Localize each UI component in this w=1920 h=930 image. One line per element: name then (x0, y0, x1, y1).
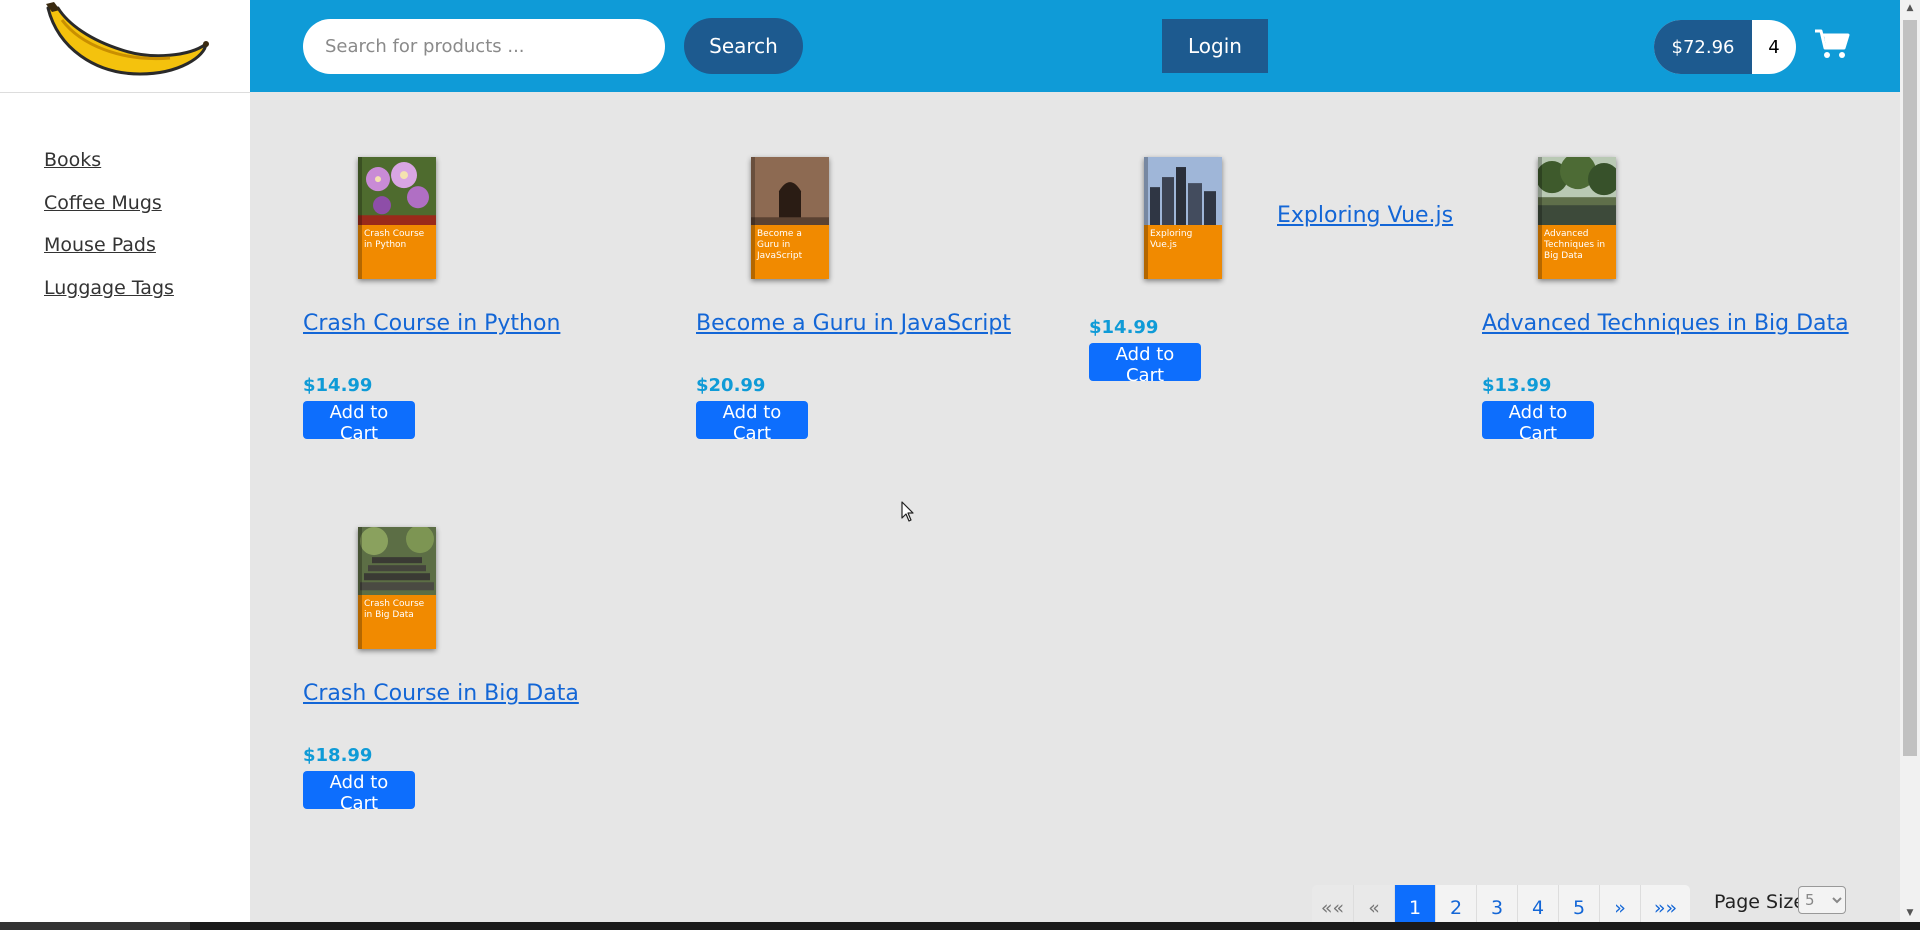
add-to-cart-button[interactable]: Add to Cart (1089, 343, 1201, 386)
previous-page-button[interactable]: « (1353, 885, 1394, 927)
search-input[interactable] (303, 19, 665, 74)
product-cover-image[interactable]: Become a Guru in JavaScript (751, 157, 829, 279)
first-page-button[interactable]: «« (1312, 885, 1353, 927)
cart-summary[interactable]: $72.96 4 (1654, 20, 1796, 74)
add-to-cart-button[interactable]: Add to Cart (1482, 401, 1594, 444)
sidebar-item-mouse-pads[interactable]: Mouse Pads (44, 234, 156, 256)
cover-title: Exploring Vue.js (1150, 228, 1193, 250)
add-to-cart-button[interactable]: Add to Cart (303, 401, 415, 444)
product-title-link[interactable]: Advanced Techniques in Big Data (1482, 311, 1849, 336)
logo-area[interactable] (0, 0, 250, 93)
category-sidebar: Books Coffee Mugs Mouse Pads Luggage Tag… (0, 93, 250, 930)
page-size-label: Page Size (1714, 891, 1806, 913)
page-button-3[interactable]: 3 (1476, 885, 1517, 927)
product-price: $13.99 (1482, 375, 1552, 396)
city-skyline-image (1144, 157, 1222, 226)
product-title-link[interactable]: Become a Guru in JavaScript (696, 311, 1011, 336)
cart-total: $72.96 (1654, 20, 1752, 74)
scroll-up-arrow-icon[interactable]: ▲ (1900, 0, 1920, 17)
archway-image (751, 157, 829, 226)
login-button[interactable]: Login (1162, 19, 1268, 73)
next-page-button[interactable]: » (1599, 885, 1640, 927)
search-button[interactable]: Search (684, 18, 803, 74)
flower-image (358, 157, 436, 226)
cover-title: Advanced Techniques in Big Data (1544, 228, 1606, 261)
vertical-scrollbar[interactable]: ▲ ▼ (1900, 0, 1920, 922)
page-size-select[interactable]: 5 (1798, 886, 1846, 914)
mouse-pointer-icon (901, 501, 914, 522)
sidebar-item-luggage-tags[interactable]: Luggage Tags (44, 277, 174, 299)
sidebar-item-coffee-mugs[interactable]: Coffee Mugs (44, 192, 162, 214)
page-button-2[interactable]: 2 (1435, 885, 1476, 927)
page-button-5[interactable]: 5 (1558, 885, 1599, 927)
cover-title: Become a Guru in JavaScript (757, 228, 803, 261)
cover-title: Crash Course in Big Data (364, 598, 425, 620)
product-cover-image[interactable]: Crash Course in Python (358, 157, 436, 279)
product-cover-image[interactable]: Crash Course in Big Data (358, 527, 436, 649)
product-title-link[interactable]: Crash Course in Python (303, 311, 560, 336)
page-button-4[interactable]: 4 (1517, 885, 1558, 927)
product-price: $20.99 (696, 375, 766, 396)
page-button-1[interactable]: 1 (1394, 885, 1435, 927)
product-cover-image[interactable]: Exploring Vue.js (1144, 157, 1222, 279)
forest-pond-image (1538, 157, 1616, 226)
bottom-window-edge (0, 922, 1920, 930)
banana-logo-icon (46, 2, 209, 76)
scroll-down-arrow-icon[interactable]: ▼ (1900, 905, 1920, 922)
cover-title: Crash Course in Python (364, 228, 425, 250)
add-to-cart-button[interactable]: Add to Cart (303, 771, 415, 814)
product-cover-image[interactable]: Advanced Techniques in Big Data (1538, 157, 1616, 279)
sidebar-item-books[interactable]: Books (44, 149, 101, 171)
product-title-link[interactable]: Exploring Vue.js (1277, 203, 1453, 228)
product-title-link[interactable]: Crash Course in Big Data (303, 681, 579, 706)
product-price: $18.99 (303, 745, 373, 766)
shopping-cart-icon[interactable] (1814, 28, 1850, 60)
pagination: «« « 1 2 3 4 5 » »» (1312, 885, 1690, 927)
stone-steps-image (358, 527, 436, 596)
scrollbar-thumb[interactable] (1903, 20, 1917, 756)
last-page-button[interactable]: »» (1640, 885, 1690, 927)
product-price: $14.99 (303, 375, 373, 396)
add-to-cart-button[interactable]: Add to Cart (696, 401, 808, 444)
product-price: $14.99 (1089, 317, 1159, 338)
